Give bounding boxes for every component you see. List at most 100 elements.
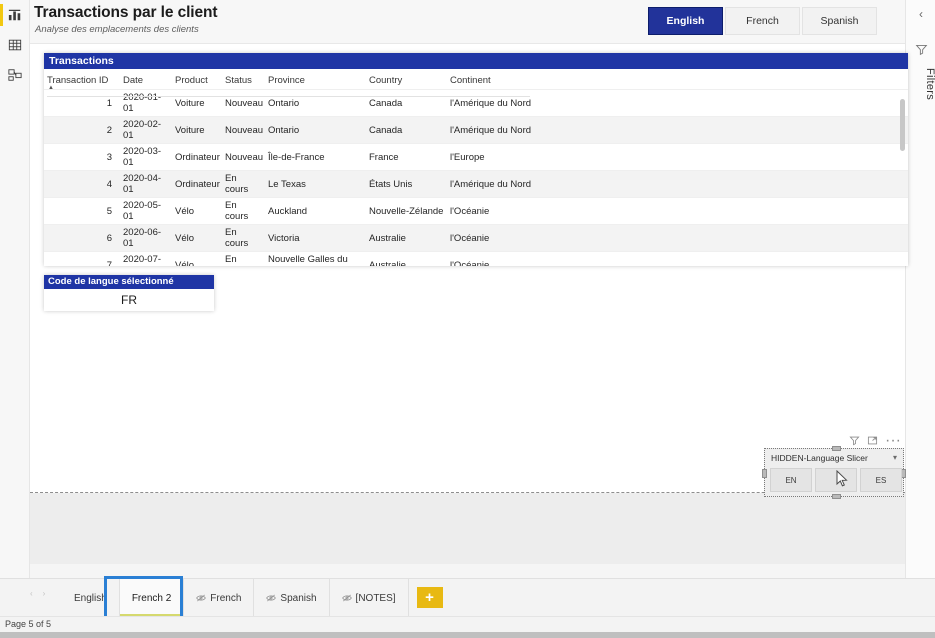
- filter-icon[interactable]: [849, 435, 860, 446]
- language-button-spanish[interactable]: Spanish: [802, 7, 877, 35]
- resize-handle-bottom[interactable]: [832, 494, 841, 499]
- cell-country: États Unis: [366, 170, 447, 198]
- cell-date: 2020-01-01: [120, 89, 172, 117]
- cell-province: Auckland: [265, 197, 366, 225]
- cell-date: 2020-06-01: [120, 224, 172, 252]
- tab-navigation: ‹ ›: [30, 589, 45, 598]
- cell-transaction-id: 7: [44, 251, 120, 266]
- cell-spacer: [567, 143, 908, 171]
- column-header-product[interactable]: Product: [172, 69, 222, 90]
- filter-icon[interactable]: [906, 36, 935, 62]
- transactions-table-visual[interactable]: Transactions Transaction ID ▲ Date Produ…: [44, 53, 908, 266]
- page-tab-french-2[interactable]: French 2: [119, 579, 185, 617]
- power-bi-report-window: Transactions par le client Analyse des e…: [0, 0, 935, 638]
- cell-country: Canada: [366, 89, 447, 117]
- tab-next-button[interactable]: ›: [43, 589, 46, 598]
- language-code-card[interactable]: Code de langue sélectionné FR: [44, 275, 214, 311]
- slicer-option-fr[interactable]: [815, 468, 857, 492]
- page-tab-label: French: [210, 592, 242, 604]
- report-view-icon[interactable]: [0, 0, 30, 30]
- page-tab-english[interactable]: English: [62, 579, 120, 617]
- column-header-date[interactable]: Date: [120, 69, 172, 90]
- cell-transaction-id: 4: [44, 170, 120, 198]
- report-canvas: Transactions Transaction ID ▲ Date Produ…: [30, 44, 908, 564]
- add-page-button[interactable]: +: [416, 587, 443, 608]
- column-label: Transaction ID: [47, 75, 109, 86]
- chevron-down-icon[interactable]: ▾: [893, 453, 897, 462]
- cell-status: Nouveau: [222, 89, 265, 117]
- canvas-vertical-scrollbar[interactable]: [900, 44, 905, 564]
- table-row[interactable]: 6 2020-06-01 Vélo En cours Victoria Australie…: [44, 224, 908, 252]
- slicer-option-es[interactable]: ES: [860, 468, 902, 492]
- cell-continent: l'Océanie: [447, 197, 567, 225]
- cell-province: Ontario: [265, 89, 366, 117]
- cell-date: 2020-02-01: [120, 116, 172, 144]
- page-count-label: Page 5 of 5: [5, 619, 52, 629]
- cell-transaction-id: 5: [44, 197, 120, 225]
- cell-spacer: [567, 197, 908, 225]
- table-header-row: Transaction ID ▲ Date Product Status Pro…: [44, 69, 908, 91]
- cell-country: Australie: [366, 224, 447, 252]
- cell-status: En cours: [222, 170, 265, 198]
- header-underline: [47, 96, 530, 97]
- transactions-table-body: Transaction ID ▲ Date Product Status Pro…: [44, 69, 908, 266]
- slicer-option-en[interactable]: EN: [770, 468, 812, 492]
- table-row[interactable]: 1 2020-01-01 Voiture Nouveau Ontario Canada l'…: [44, 89, 908, 117]
- hidden-language-slicer-wrapper: ··· HIDDEN-Language Slicer ▾ EN ES: [762, 432, 906, 499]
- language-button-group: English French Spanish: [648, 7, 877, 35]
- language-code-card-title-bar: Code de langue sélectionné: [44, 275, 214, 289]
- table-row[interactable]: 4 2020-04-01 Ordinateur En cours Le Texas Éta…: [44, 170, 908, 198]
- cell-province: Le Texas: [265, 170, 366, 198]
- slicer-title: HIDDEN-Language Slicer: [771, 453, 868, 463]
- chevron-left-icon[interactable]: ‹: [906, 0, 935, 28]
- tab-prev-button[interactable]: ‹: [30, 589, 33, 598]
- page-tab-notes[interactable]: [NOTES]: [330, 579, 409, 617]
- os-taskbar: [0, 632, 935, 638]
- hidden-language-slicer[interactable]: HIDDEN-Language Slicer ▾ EN ES: [762, 446, 906, 499]
- cell-spacer: [567, 251, 908, 266]
- cell-spacer: [567, 116, 908, 144]
- column-header-continent[interactable]: Continent: [447, 69, 567, 90]
- scrollbar-thumb[interactable]: [900, 99, 905, 151]
- table-row[interactable]: 3 2020-03-01 Ordinateur Nouveau Île-de-Franc…: [44, 143, 908, 171]
- cell-spacer: [567, 224, 908, 252]
- canvas-outer-area: [30, 493, 905, 564]
- language-button-french[interactable]: French: [725, 7, 800, 35]
- cell-product: Vélo: [172, 197, 222, 225]
- cell-continent: l'Europe: [447, 143, 567, 171]
- cell-province: Ontario: [265, 116, 366, 144]
- data-view-icon[interactable]: [0, 30, 30, 60]
- table-row[interactable]: 2 2020-02-01 Voiture Nouveau Ontario Canada l'…: [44, 116, 908, 144]
- column-header-spacer: [567, 69, 908, 90]
- cell-continent: l'Océanie: [447, 251, 567, 266]
- language-button-english[interactable]: English: [648, 7, 723, 35]
- table-row[interactable]: 5 2020-05-01 Vélo En cours Auckland Nouvelle-…: [44, 197, 908, 225]
- model-view-icon[interactable]: [0, 60, 30, 90]
- column-header-country[interactable]: Country: [366, 69, 447, 90]
- cell-status: Nouveau: [222, 116, 265, 144]
- resize-handle-left[interactable]: [762, 469, 767, 478]
- cell-date: 2020-04-01: [120, 170, 172, 198]
- page-tab-spanish[interactable]: Spanish: [254, 579, 330, 617]
- page-tab-french[interactable]: French: [184, 579, 255, 617]
- cell-date: 2020-07-01: [120, 251, 172, 266]
- hidden-page-eye-icon: [341, 594, 352, 602]
- cell-date: 2020-03-01: [120, 143, 172, 171]
- language-code-value: FR: [121, 293, 137, 307]
- column-header-transaction-id[interactable]: Transaction ID ▲: [44, 69, 120, 91]
- column-header-status[interactable]: Status: [222, 69, 265, 90]
- focus-mode-icon[interactable]: [867, 435, 878, 446]
- column-header-province[interactable]: Province: [265, 69, 366, 90]
- resize-handle-top[interactable]: [832, 446, 841, 451]
- filters-pane-rail: ‹ Filters: [905, 0, 935, 620]
- hidden-page-eye-icon: [266, 594, 277, 602]
- transactions-table-title: Transactions: [49, 55, 114, 67]
- table-row[interactable]: 72020-07-01VéloEn coursNouvelle Galles d…: [44, 251, 908, 266]
- cell-continent: l'Océanie: [447, 224, 567, 252]
- cell-status: En cours: [222, 197, 265, 225]
- cell-status: En cours: [222, 251, 265, 266]
- page-tabs: English French 2 French Spanish [NOTES] +: [62, 579, 443, 617]
- cell-date: 2020-05-01: [120, 197, 172, 225]
- cell-country: Canada: [366, 116, 447, 144]
- transactions-table-title-bar: Transactions: [44, 53, 908, 69]
